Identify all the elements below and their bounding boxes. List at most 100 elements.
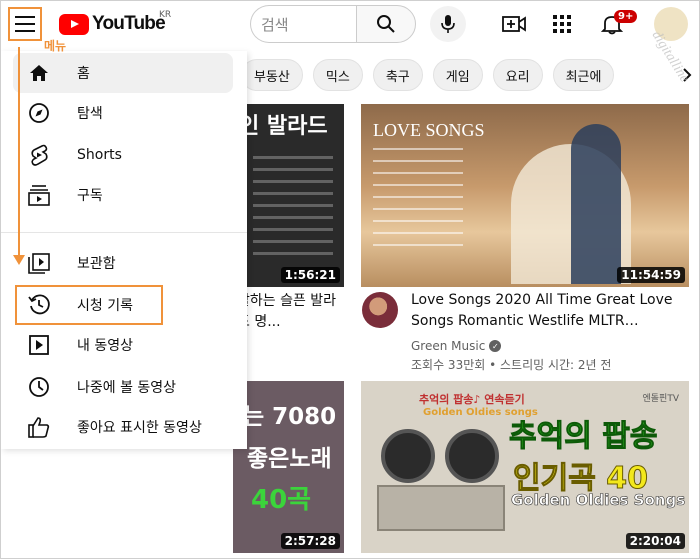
sidebar-item-label: 내 동영상 [77,338,133,354]
video-thumbnail-4[interactable]: 추억의 팝송♪ 연속듣기 Golden Oldies songs 엔돌핀TV 추… [361,381,689,553]
thumbnail-text: 추억의 팝송 [508,419,658,455]
tracklist-line [253,252,333,255]
youtube-logo[interactable]: YouTube [59,13,166,35]
tracklist-line [373,184,463,186]
watch-later-icon [26,374,52,400]
tape-reel-icon [381,429,435,483]
tracklist-line [373,160,463,162]
tracklist-line [253,192,333,195]
thumbnail-text: 인 발라드 [239,114,328,139]
sidebar-item-library[interactable]: 보관함 [13,243,233,283]
menu-line-icon [15,30,35,32]
video-thumbnail-1[interactable]: 인 발라드 1:56:21 [233,104,344,287]
video-thumbnail-3[interactable]: 는 7080 좋은노래 40곡 2:57:28 [233,381,344,553]
filter-chips-bar: 부동산 믹스 축구 게임 요리 최근에 [241,59,615,91]
sidebar-item-watch-later[interactable]: 나중에 볼 동영상 [13,367,233,407]
sidebar-item-explore[interactable]: 탐색 [13,93,233,133]
shorts-icon [26,142,52,168]
region-code: KR [159,10,172,20]
annotation-arrow-line [18,47,20,257]
tracklist-line [253,180,333,183]
thumbnail-text: Golden Oldies Songs [511,491,686,510]
chip-soccer[interactable]: 축구 [372,59,423,91]
tracklist-line [373,208,463,210]
chip-recent[interactable]: 최근에 [552,59,615,91]
video-duration: 11:54:59 [617,267,685,283]
tracklist-line [253,204,333,207]
tracklist-line [253,240,333,243]
sidebar-item-label: 탐색 [77,106,103,122]
tracklist-line [253,216,333,219]
home-icon [26,60,52,86]
hamburger-menu-button[interactable] [8,7,42,41]
sidebar-item-home[interactable]: 홈 [13,53,233,93]
annotation-arrow-head-icon [13,255,25,265]
create-video-icon [502,16,526,32]
thumbnail-text: 좋은노래 [247,446,332,472]
tape-deck-icon [377,485,505,531]
tracklist-line [253,228,333,231]
sidebar-item-liked-videos[interactable]: 좋아요 표시한 동영상 [13,407,233,447]
chip-games[interactable]: 게임 [432,59,483,91]
search-button[interactable] [356,5,416,43]
tracklist-line [373,148,463,150]
channel-avatar[interactable] [362,292,398,328]
thumbs-up-icon [26,414,52,440]
sidebar-item-label: 보관함 [77,256,116,272]
video-duration: 2:20:04 [625,533,685,549]
youtube-play-icon [59,13,89,35]
chip-real-estate[interactable]: 부동산 [241,59,303,91]
tracklist-line [373,172,463,174]
compass-icon [26,100,52,126]
tape-reel-icon [445,429,499,483]
menu-annotation-label: 메뉴 [44,39,67,53]
apps-button[interactable] [547,9,577,39]
thumbnail-text: 추억의 팝송♪ 연속듣기 [419,393,525,406]
channel-name-text: Green Music [411,339,486,353]
subscriptions-icon [26,182,52,208]
sidebar-item-label: 구독 [77,188,103,204]
sidebar-item-label: Shorts [77,147,122,163]
thumbnail-text: 엔돌핀TV [642,394,680,404]
sidebar-item-my-videos[interactable]: 내 동영상 [13,325,233,365]
video-meta: 조회수 33만회 • 스트리밍 시간: 2년 전 [411,358,612,372]
video-title-2[interactable]: Love Songs 2020 All Time Great Love Song… [411,290,681,332]
top-bar: YouTube KR 검색 9+ [1,1,699,51]
sidebar-item-label: 나중에 볼 동영상 [77,380,177,396]
youtube-window: YouTube KR 검색 9+ 부동산 믹스 축구 게임 요리 최근에 인 발… [0,0,700,559]
channel-name[interactable]: Green Music ✓ [411,339,502,353]
video-duration: 1:56:21 [280,267,340,283]
thumbnail-text: 는 7080 [243,404,337,430]
tracklist-line [373,196,463,198]
thumbnail-text: 40곡 [251,485,312,515]
couple-figure [571,124,621,284]
tracklist-line [373,220,463,222]
logo-text: YouTube [92,13,166,34]
sidebar-item-label: 좋아요 표시한 동영상 [77,420,202,436]
tracklist-line [373,232,463,234]
chip-mix[interactable]: 믹스 [312,59,363,91]
sidebar-divider [1,232,247,233]
sidebar-item-shorts[interactable]: Shorts [13,135,233,175]
sidebar-item-subscriptions[interactable]: 구독 [13,175,233,215]
history-highlight-box [15,285,163,325]
menu-line-icon [15,16,35,18]
my-videos-icon [26,332,52,358]
search-input[interactable]: 검색 [250,5,356,43]
notification-badge: 9+ [614,10,638,23]
verified-check-icon: ✓ [489,340,502,352]
search-icon [377,15,395,33]
microphone-icon [441,15,455,33]
chip-cooking[interactable]: 요리 [492,59,543,91]
tracklist-line [253,168,333,171]
voice-search-button[interactable] [430,6,466,42]
video-thumbnail-2[interactable]: LOVE SONGS 11:54:59 [361,104,689,287]
tracklist-line [253,156,333,159]
apps-grid-icon [553,15,571,33]
search-placeholder: 검색 [261,15,289,34]
create-button[interactable] [499,9,529,39]
tracklist-line [373,244,463,246]
sidebar-item-label: 홈 [77,66,90,82]
video-title-1[interactable]: 할하는 슬픈 발라드 명... [237,291,347,333]
menu-line-icon [15,23,35,25]
